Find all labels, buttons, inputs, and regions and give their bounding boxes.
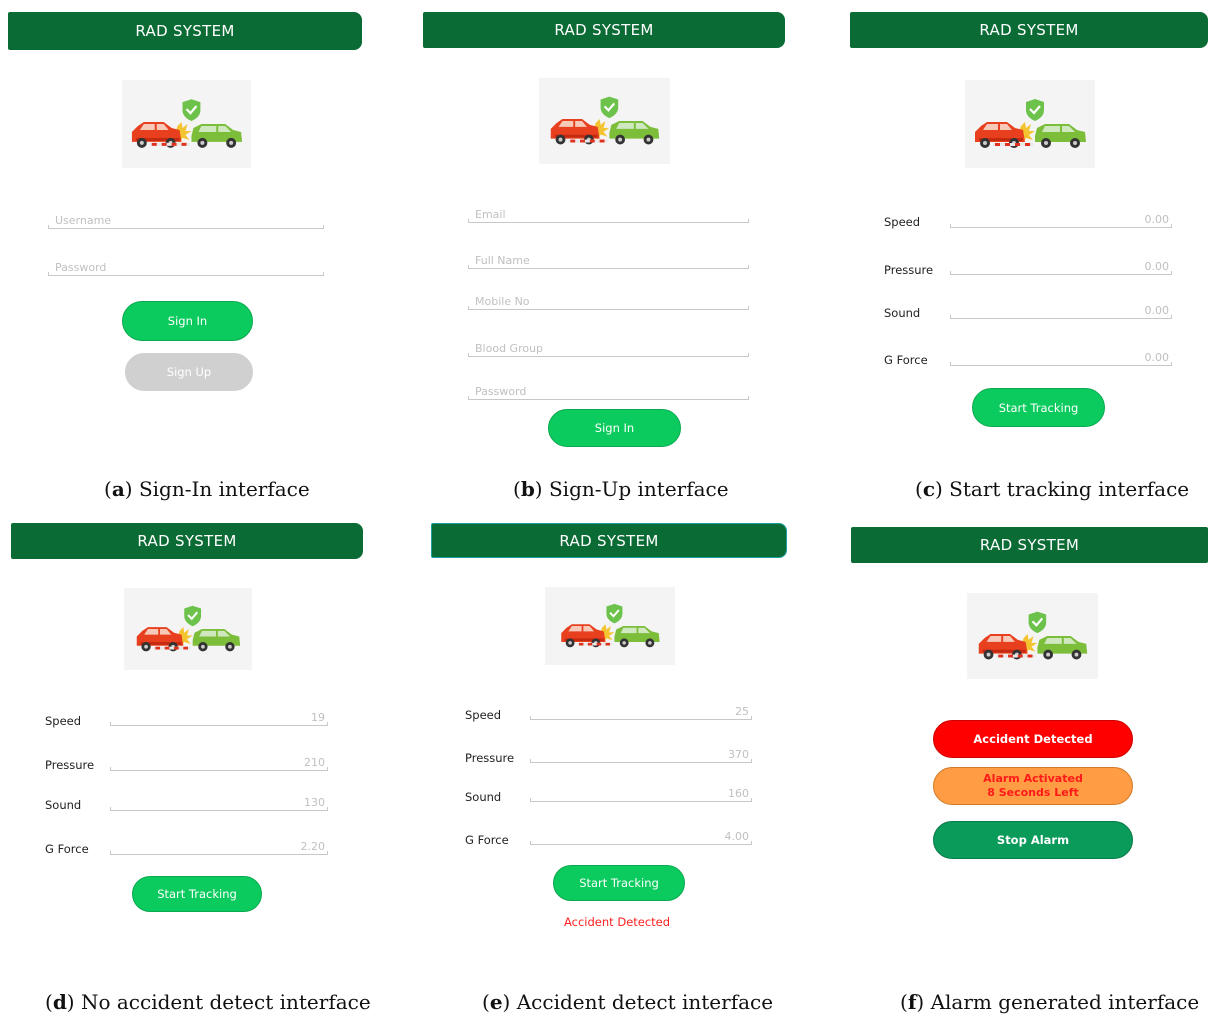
g-force-value-field: 2.20 [110, 840, 328, 855]
speed-label: Speed [465, 708, 502, 722]
alarm-line-2: 8 Seconds Left [987, 786, 1079, 799]
caption-c: (c) Start tracking interface [915, 477, 1190, 501]
accident-status-text: Accident Detected [564, 915, 671, 929]
sound-value-field: 160 [530, 787, 752, 802]
g-force-label: G Force [465, 833, 509, 847]
sign-in-button[interactable]: Sign In [122, 301, 253, 341]
app-title: RAD SYSTEM [137, 532, 237, 550]
app-title: RAD SYSTEM [559, 531, 659, 550]
sound-label: Sound [45, 798, 82, 812]
pressure-label: Pressure [465, 751, 515, 765]
accident-detected-button[interactable]: Accident Detected [933, 720, 1133, 758]
app-title: RAD SYSTEM [554, 21, 654, 39]
sound-value-field: 130 [110, 796, 328, 811]
car-crash-shield-icon [967, 593, 1098, 679]
car-crash-shield-icon [545, 587, 675, 665]
email-input[interactable]: Email [468, 208, 749, 223]
pressure-value: 370 [728, 748, 749, 761]
car-crash-shield-icon [124, 588, 252, 670]
g-force-value: 0.00 [1144, 351, 1170, 364]
email-placeholder: Email [475, 208, 506, 221]
title-bar: RAD SYSTEM [8, 12, 362, 50]
sound-label: Sound [884, 306, 921, 320]
speed-label: Speed [884, 215, 921, 229]
pressure-label: Pressure [45, 758, 95, 772]
caption-b: (b) Sign-Up interface [513, 477, 729, 501]
username-input[interactable]: Username [48, 214, 324, 229]
sound-value-field: 0.00 [950, 304, 1172, 319]
speed-value-field: 25 [530, 705, 752, 720]
mobile-input[interactable]: Mobile No [468, 295, 749, 310]
app-title: RAD SYSTEM [979, 536, 1080, 554]
speed-value-field: 0.00 [950, 213, 1172, 228]
username-placeholder: Username [55, 214, 112, 227]
blood-group-input[interactable]: Blood Group [468, 342, 749, 357]
pressure-value: 0.00 [1144, 260, 1170, 273]
sound-label: Sound [465, 790, 502, 804]
password-placeholder: Password [55, 261, 107, 274]
title-bar: RAD SYSTEM [431, 523, 787, 558]
title-bar: RAD SYSTEM [851, 527, 1208, 563]
speed-label: Speed [45, 714, 82, 728]
alarm-activated-button[interactable]: Alarm Activated 8 Seconds Left [933, 767, 1133, 805]
app-title: RAD SYSTEM [135, 22, 235, 40]
pressure-value-field: 0.00 [950, 260, 1172, 275]
pressure-value-field: 210 [110, 756, 328, 771]
start-tracking-button[interactable]: Start Tracking [132, 876, 262, 912]
title-bar: RAD SYSTEM [423, 12, 785, 48]
g-force-label: G Force [884, 353, 928, 367]
speed-value-field: 19 [110, 711, 328, 726]
start-tracking-button[interactable]: Start Tracking [972, 388, 1105, 427]
sound-value: 160 [728, 787, 749, 800]
g-force-value: 4.00 [724, 830, 750, 843]
sign-up-button[interactable]: Sign Up [125, 353, 253, 391]
password-placeholder: Password [475, 385, 527, 398]
start-tracking-button[interactable]: Start Tracking [553, 865, 685, 901]
g-force-value: 2.20 [300, 840, 326, 853]
caption-e: (e) Accident detect interface [482, 990, 774, 1014]
speed-value: 19 [311, 711, 325, 724]
stop-alarm-button[interactable]: Stop Alarm [933, 821, 1133, 859]
car-crash-shield-icon [539, 78, 670, 164]
car-crash-shield-icon [122, 80, 251, 168]
full-name-placeholder: Full Name [475, 254, 530, 267]
speed-value: 25 [735, 705, 749, 718]
caption-a: (a) Sign-In interface [104, 477, 310, 501]
g-force-label: G Force [45, 842, 89, 856]
password-input[interactable]: Password [468, 385, 749, 400]
blood-group-placeholder: Blood Group [475, 342, 544, 355]
password-input[interactable]: Password [48, 261, 324, 276]
full-name-input[interactable]: Full Name [468, 254, 749, 269]
pressure-value: 210 [304, 756, 325, 769]
app-title: RAD SYSTEM [979, 21, 1079, 39]
title-bar: RAD SYSTEM [11, 523, 363, 559]
pressure-value-field: 370 [530, 748, 752, 763]
sound-value: 0.00 [1144, 304, 1170, 317]
alarm-line-1: Alarm Activated [983, 772, 1083, 785]
caption-f: (f) Alarm generated interface [900, 990, 1200, 1014]
sound-value: 130 [304, 796, 325, 809]
caption-d: (d) No accident detect interface [45, 990, 371, 1014]
g-force-value-field: 0.00 [950, 351, 1172, 366]
title-bar: RAD SYSTEM [850, 12, 1208, 48]
car-crash-shield-icon [965, 80, 1095, 168]
pressure-label: Pressure [884, 263, 934, 277]
mobile-placeholder: Mobile No [475, 295, 530, 308]
g-force-value-field: 4.00 [530, 830, 752, 845]
sign-in-button[interactable]: Sign In [548, 409, 681, 447]
speed-value: 0.00 [1144, 213, 1170, 226]
